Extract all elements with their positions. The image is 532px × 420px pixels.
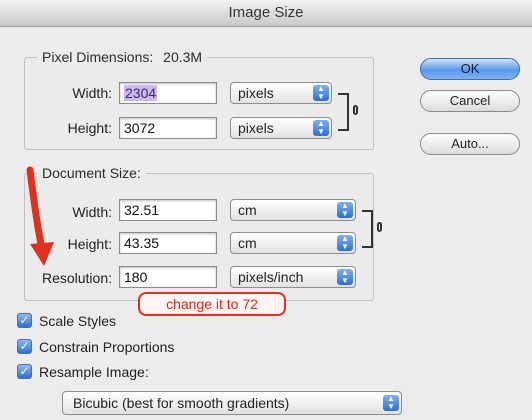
pixel-height-value: 3072: [124, 120, 156, 136]
resolution-unit: pixels/inch: [238, 269, 304, 285]
resample-image-checkbox[interactable]: ✓: [17, 364, 32, 379]
window-title: Image Size: [0, 0, 532, 27]
image-size-dialog: Image Size Pixel Dimensions: 20.3M Width…: [0, 0, 532, 420]
chain-link-icon: [377, 222, 382, 232]
resample-image-label: Resample Image:: [39, 364, 149, 380]
pixel-dimensions-value: 20.3M: [163, 49, 203, 65]
popup-stepper-icon: ▲ ▼: [337, 269, 353, 285]
checkmark-icon: ✓: [19, 364, 30, 378]
resolution-value: 180: [124, 269, 148, 285]
document-width-unit: cm: [238, 202, 257, 218]
document-height-unit-select[interactable]: cm ▲ ▼: [230, 232, 356, 254]
ok-button[interactable]: OK: [420, 58, 520, 80]
resample-method-select[interactable]: Bicubic (best for smooth gradients) ▲ ▼: [62, 391, 402, 415]
checkmark-icon: ✓: [19, 339, 30, 353]
pixel-width-unit-select[interactable]: pixels ▲ ▼: [230, 82, 332, 104]
pixel-height-unit-select[interactable]: pixels ▲ ▼: [230, 117, 332, 139]
pixel-width-unit: pixels: [238, 85, 274, 101]
pixel-link-bracket: [338, 93, 349, 131]
pixel-width-value: 2304: [124, 85, 158, 101]
constrain-proportions-checkbox[interactable]: ✓: [17, 339, 32, 354]
pixel-height-unit: pixels: [238, 120, 274, 136]
resolution-unit-select[interactable]: pixels/inch ▲ ▼: [230, 266, 356, 288]
document-width-input[interactable]: 32.51: [119, 199, 217, 221]
popup-stepper-icon: ▲ ▼: [313, 85, 329, 101]
chain-link-icon: [353, 105, 358, 115]
popup-stepper-icon: ▲ ▼: [337, 235, 353, 251]
pixel-dimensions-legend: Pixel Dimensions: 20.3M: [37, 49, 208, 65]
pixel-dimensions-label: Pixel Dimensions:: [42, 49, 154, 65]
scale-styles-label: Scale Styles: [39, 313, 117, 329]
document-height-input[interactable]: 43.35: [119, 232, 217, 254]
resolution-input[interactable]: 180: [119, 266, 217, 288]
popup-stepper-icon: ▲ ▼: [337, 202, 353, 218]
pixel-width-label: Width:: [72, 85, 112, 101]
resample-method-value: Bicubic (best for smooth gradients): [73, 395, 290, 411]
scale-styles-checkbox[interactable]: ✓: [17, 313, 32, 328]
document-link-bracket: [362, 210, 373, 248]
pixel-height-input[interactable]: 3072: [119, 117, 217, 139]
auto-button[interactable]: Auto...: [420, 133, 520, 155]
document-height-unit: cm: [238, 235, 257, 251]
constrain-proportions-label: Constrain Proportions: [39, 339, 175, 355]
cancel-button[interactable]: Cancel: [420, 90, 520, 112]
popup-stepper-icon: ▲ ▼: [313, 120, 329, 136]
pixel-height-label: Height:: [67, 120, 112, 136]
popup-stepper-icon: ▲ ▼: [383, 395, 399, 411]
document-height-value: 43.35: [124, 235, 160, 251]
document-width-value: 32.51: [124, 202, 160, 218]
pixel-width-input[interactable]: 2304: [119, 82, 217, 104]
red-arrow-icon: [26, 166, 54, 266]
checkmark-icon: ✓: [19, 313, 30, 327]
annotation-callout: change it to 72: [138, 292, 286, 316]
document-width-unit-select[interactable]: cm ▲ ▼: [230, 199, 356, 221]
